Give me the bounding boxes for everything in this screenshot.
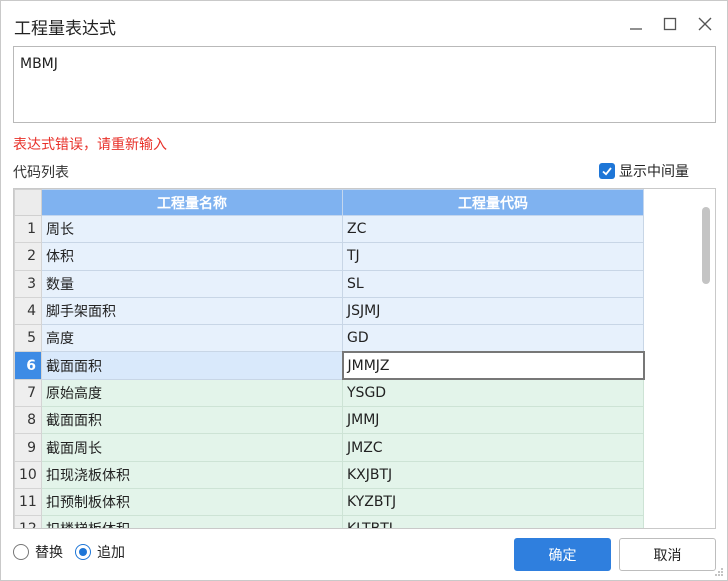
- close-icon: [698, 17, 712, 31]
- row-number[interactable]: 4: [14, 296, 42, 326]
- row-number[interactable]: 9: [14, 433, 42, 462]
- row-number[interactable]: 10: [14, 460, 42, 489]
- table-row[interactable]: 12扣楼梯板体积KLTBTJ: [14, 515, 644, 528]
- row-number[interactable]: 12: [14, 515, 42, 528]
- title-bar: 工程量表达式: [1, 1, 727, 47]
- cell-quantity-code[interactable]: KLTBTJ: [342, 515, 644, 528]
- show-intermediate-checkbox[interactable]: 显示中间量: [599, 161, 689, 181]
- radio-checked-icon: [75, 544, 91, 560]
- table-row[interactable]: 5 高度 GD: [14, 324, 644, 353]
- maximize-icon: [663, 17, 677, 31]
- row-number[interactable]: 7: [14, 378, 42, 408]
- row-number[interactable]: 11: [14, 487, 42, 517]
- column-header-code[interactable]: 工程量代码: [342, 189, 644, 216]
- table-row[interactable]: 9 截面周长 JMZC: [14, 433, 644, 462]
- cell-quantity-name[interactable]: 脚手架面积: [41, 296, 343, 326]
- cell-quantity-code[interactable]: JMZC: [342, 433, 644, 462]
- row-number[interactable]: 6: [14, 351, 42, 380]
- row-number[interactable]: 8: [14, 406, 42, 435]
- cell-quantity-code[interactable]: TJ: [342, 242, 644, 271]
- row-number[interactable]: 3: [14, 269, 42, 298]
- table-row[interactable]: 2 体积 TJ: [14, 242, 644, 271]
- cell-quantity-name[interactable]: 原始高度: [41, 378, 343, 408]
- vertical-scrollbar-thumb[interactable]: [702, 207, 710, 284]
- minimize-icon: [630, 28, 642, 30]
- radio-append[interactable]: 追加: [75, 542, 125, 562]
- cell-quantity-name[interactable]: 截面面积: [41, 406, 343, 435]
- dialog-title: 工程量表达式: [14, 19, 116, 39]
- cell-quantity-name[interactable]: 截面面积: [41, 351, 343, 380]
- cell-quantity-code[interactable]: SL: [342, 269, 644, 298]
- cell-quantity-code[interactable]: JMMJZ: [341, 350, 645, 381]
- code-grid[interactable]: 工程量名称 工程量代码 1 周长 ZC 2 体积 TJ 3 数量 SL 4 脚手架面积 JSJMJ 5 高…: [13, 188, 716, 529]
- cell-quantity-name[interactable]: 截面周长: [41, 433, 343, 462]
- close-button[interactable]: [690, 9, 720, 39]
- header-corner: [14, 189, 42, 216]
- resize-grip-icon[interactable]: [714, 567, 724, 577]
- cell-quantity-code[interactable]: JMMJ: [342, 406, 644, 435]
- table-row[interactable]: 6 截面面积 JMMJZ: [14, 350, 645, 381]
- cell-quantity-code[interactable]: GD: [342, 324, 644, 353]
- radio-replace-label: 替换: [35, 545, 63, 561]
- code-list-label: 代码列表: [13, 165, 69, 181]
- show-intermediate-label: 显示中间量: [619, 164, 689, 180]
- table-row[interactable]: 1 周长 ZC: [14, 214, 644, 244]
- table-row[interactable]: 8 截面面积 JMMJ: [14, 406, 644, 435]
- table-body: 1 周长 ZC 2 体积 TJ 3 数量 SL 4 脚手架面积 JSJMJ 5 高度 GD 6 截面面积 JMMJ…: [14, 214, 645, 528]
- row-number[interactable]: 5: [14, 324, 42, 353]
- cell-quantity-name[interactable]: 扣楼梯板体积: [41, 515, 343, 528]
- cell-quantity-name[interactable]: 体积: [41, 242, 343, 271]
- table-row[interactable]: 3 数量 SL: [14, 269, 644, 298]
- table-row[interactable]: 7 原始高度 YSGD: [14, 378, 644, 408]
- minimize-button[interactable]: [621, 9, 651, 39]
- error-message: 表达式错误，请重新输入: [13, 137, 167, 153]
- cell-quantity-name[interactable]: 数量: [41, 269, 343, 298]
- radio-unchecked-icon: [13, 544, 29, 560]
- cell-quantity-code[interactable]: ZC: [342, 214, 644, 244]
- maximize-button[interactable]: [655, 9, 685, 39]
- row-number[interactable]: 2: [14, 242, 42, 271]
- cell-quantity-name[interactable]: 周长: [41, 214, 343, 244]
- table-row[interactable]: 11 扣预制板体积 KYZBTJ: [14, 487, 644, 517]
- code-table: 工程量名称 工程量代码 1 周长 ZC 2 体积 TJ 3 数量 SL 4 脚手架面积 JSJMJ 5 高…: [14, 189, 645, 528]
- expression-dialog: 工程量表达式 MBMJ 表达式错误，请重新输入 代码列表 显示中间量 工程量名称…: [0, 0, 728, 581]
- radio-append-label: 追加: [97, 545, 125, 561]
- mode-radio-group: 替换 追加: [13, 542, 137, 562]
- cell-quantity-name[interactable]: 扣预制板体积: [41, 487, 343, 517]
- expression-input[interactable]: MBMJ: [13, 46, 716, 123]
- radio-replace[interactable]: 替换: [13, 542, 63, 562]
- checkbox-checked-icon: [599, 163, 615, 179]
- cell-quantity-code[interactable]: KYZBTJ: [342, 487, 644, 517]
- table-row[interactable]: 10 扣现浇板体积 KXJBTJ: [14, 460, 644, 489]
- cell-quantity-name[interactable]: 扣现浇板体积: [41, 460, 343, 489]
- cell-quantity-code[interactable]: YSGD: [342, 378, 644, 408]
- cancel-button[interactable]: 取消: [619, 538, 716, 571]
- cell-quantity-name[interactable]: 高度: [41, 324, 343, 353]
- cell-quantity-code[interactable]: JSJMJ: [342, 296, 644, 326]
- column-header-name[interactable]: 工程量名称: [41, 189, 343, 216]
- ok-button[interactable]: 确定: [514, 538, 611, 571]
- cell-quantity-code[interactable]: KXJBTJ: [342, 460, 644, 489]
- row-number[interactable]: 1: [14, 214, 42, 244]
- table-row[interactable]: 4 脚手架面积 JSJMJ: [14, 296, 644, 326]
- table-header-row: 工程量名称 工程量代码: [14, 189, 644, 216]
